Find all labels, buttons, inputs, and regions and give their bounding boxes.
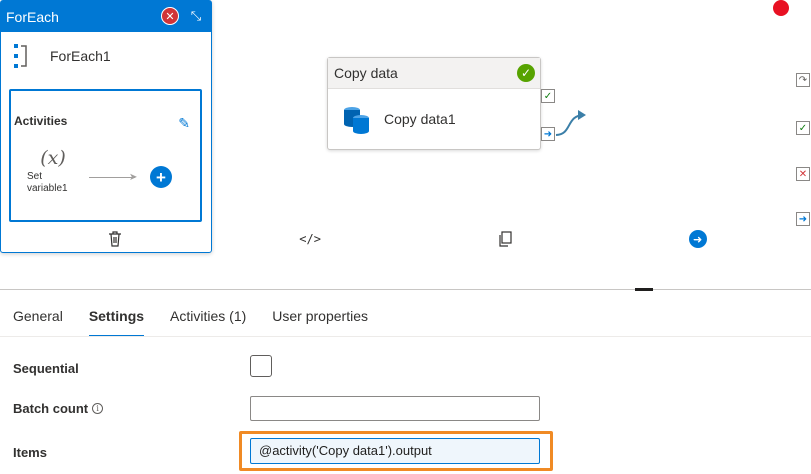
go-icon[interactable]: ➜ — [688, 230, 707, 248]
tab-activities[interactable]: Activities (1) — [157, 297, 259, 337]
tab-settings-label: Settings — [88, 308, 145, 324]
arrow-head-icon: ➤ — [129, 172, 138, 183]
foreach-name: ForEach1 — [50, 48, 111, 64]
info-icon[interactable]: i — [92, 403, 104, 414]
collapse-icon[interactable]: ⤡ — [187, 7, 205, 25]
set-variable-label-line2: variable1 — [27, 183, 68, 194]
foreach-completion-port[interactable]: ➜ — [796, 212, 810, 226]
database-icon — [344, 107, 369, 134]
copy-icon[interactable] — [494, 228, 516, 250]
foreach-success-port[interactable]: ✓ — [796, 121, 810, 135]
items-label: Items — [13, 445, 47, 460]
pipeline-canvas[interactable]: Copy data ✓ Copy data1 ✓ ➜ ForEach ✕ ⤡ F… — [0, 0, 811, 290]
success-port[interactable]: ✓ — [541, 89, 555, 103]
foreach-type: ForEach — [6, 8, 59, 25]
activities-container[interactable]: Activities ✎ (x) Set variable1 ➤ + — [9, 89, 202, 222]
error-circle-icon[interactable]: ✕ — [161, 7, 179, 25]
copy-activity-type: Copy data — [334, 65, 398, 81]
sequential-checkbox[interactable] — [250, 355, 272, 377]
set-variable-label-line1: Set — [27, 171, 43, 182]
add-activity-button[interactable]: + — [150, 166, 172, 188]
tab-settings[interactable]: Settings — [76, 297, 157, 337]
copy-activity-name: Copy data1 — [384, 111, 456, 127]
sequential-label: Sequential — [13, 361, 79, 376]
foreach-name-row: ForEach1 — [12, 44, 111, 68]
tab-general-label: General — [13, 308, 63, 324]
foreach-icon — [14, 44, 27, 68]
tab-general[interactable]: General — [0, 297, 76, 337]
failure-port[interactable]: ✕ — [796, 167, 810, 181]
batch-count-label: Batch count — [13, 401, 89, 416]
foreach-header: ForEach ✕ ⤡ — [1, 1, 211, 32]
tab-user-properties-label: User properties — [272, 308, 368, 324]
copy-activity-header: Copy data ✓ — [328, 58, 540, 89]
skip-port[interactable]: ↷ — [796, 73, 810, 87]
resize-handle[interactable] — [635, 288, 653, 291]
variable-icon: (x) — [40, 147, 66, 169]
delete-icon[interactable] — [104, 228, 126, 250]
tab-user-properties[interactable]: User properties — [259, 297, 381, 337]
completion-port[interactable]: ➜ — [541, 127, 555, 141]
activities-title: Activities — [14, 114, 68, 128]
set-variable-activity[interactable]: (x) Set variable1 — [27, 147, 79, 195]
tabs-underline — [0, 336, 811, 337]
batch-count-label-row: Batch count i — [13, 401, 104, 416]
pipeline-editor: Copy data ✓ Copy data1 ✓ ➜ ForEach ✕ ⤡ F… — [0, 0, 811, 474]
panel-divider — [0, 289, 811, 290]
foreach-toolbar: </> ➜ — [0, 228, 811, 250]
copy-data-activity[interactable]: Copy data ✓ Copy data1 — [327, 57, 541, 150]
properties-tabs: General Settings Activities (1) User pro… — [0, 297, 811, 337]
items-expression-field[interactable]: @activity('Copy data1').output — [250, 438, 540, 464]
tab-activities-label: Activities (1) — [170, 308, 247, 324]
edit-icon[interactable]: ✎ — [178, 115, 190, 132]
alert-dot — [773, 0, 789, 16]
check-circle-icon: ✓ — [517, 64, 535, 82]
code-icon[interactable]: </> — [299, 228, 321, 250]
batch-count-input[interactable] — [250, 396, 540, 421]
copy-activity-body: Copy data1 — [328, 89, 540, 149]
